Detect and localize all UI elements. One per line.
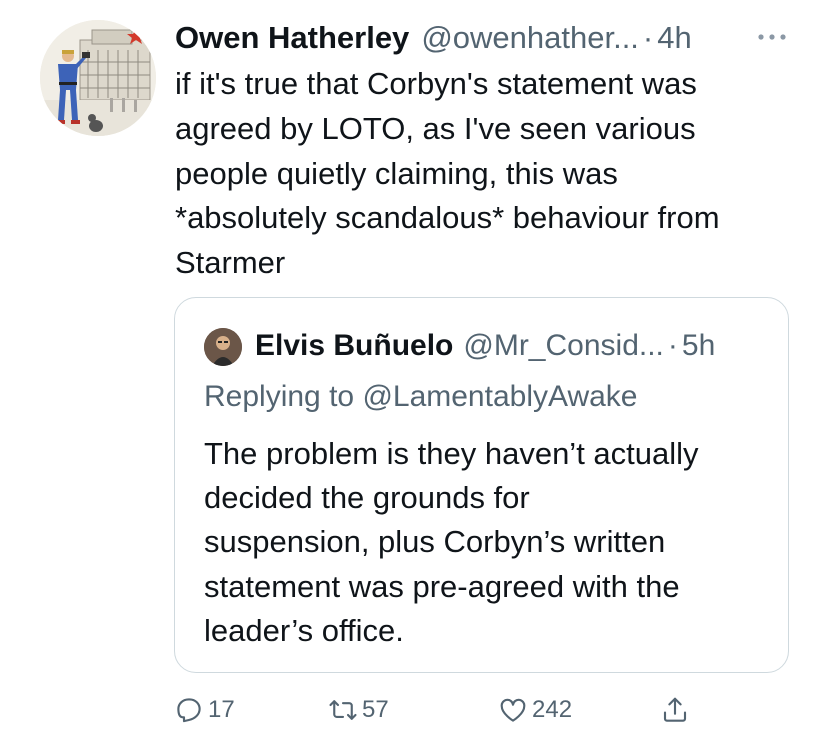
quoted-tweet-text: The problem is they haven’t actually dec… <box>204 432 774 653</box>
tweet-text-line: agreed by LOTO, as I've seen various <box>175 110 696 146</box>
retweet-count: 57 <box>362 696 389 723</box>
tweet-header: Owen Hatherley @owenhather... · 4h <box>175 18 795 58</box>
quoted-text-line: leader’s office. <box>204 612 404 648</box>
like-button[interactable]: 242 <box>498 685 572 735</box>
author-avatar[interactable] <box>40 20 156 136</box>
replying-to-line: Replying to @LamentablyAwake <box>204 380 638 414</box>
quoted-author-handle[interactable]: @Mr_Consid... <box>463 329 664 363</box>
reply-icon <box>177 698 201 723</box>
author-name[interactable]: Owen Hatherley <box>175 20 409 56</box>
more-horizontal-icon <box>758 34 786 40</box>
reply-button[interactable]: 17 <box>174 685 235 735</box>
quoted-text-line: decided the grounds for <box>204 480 530 516</box>
tweet-text-line: if it's true that Corbyn's statement was <box>175 66 697 101</box>
separator-dot: · <box>667 329 678 362</box>
quoted-text-line: statement was pre-agreed with the <box>204 568 680 604</box>
tweet-text-line: people quietly claiming, this was <box>175 155 618 191</box>
tweet-text: if it's true that Corbyn's statement was… <box>175 62 795 286</box>
tweet-text-line: Starmer <box>175 245 286 281</box>
tweet-text-line: *absolutely scandalous* behaviour from <box>175 200 720 236</box>
reply-count: 17 <box>208 696 235 723</box>
quoted-text-line: The problem is they haven’t actually <box>204 436 699 471</box>
quoted-tweet-timestamp[interactable]: 5h <box>682 329 715 363</box>
more-options-button[interactable] <box>752 22 792 52</box>
quoted-avatar-illustration <box>204 328 242 366</box>
tweet-action-bar: 17 57 242 <box>0 685 828 735</box>
replying-to-mention[interactable]: @LamentablyAwake <box>362 380 637 413</box>
avatar-illustration <box>40 20 156 136</box>
retweet-button[interactable]: 57 <box>328 685 389 735</box>
share-button[interactable] <box>660 685 694 735</box>
share-icon <box>663 697 687 722</box>
replying-to-label: Replying to <box>204 380 363 413</box>
quoted-author-avatar[interactable] <box>204 328 242 366</box>
separator-dot: · <box>642 20 654 55</box>
like-icon <box>500 698 526 722</box>
author-handle[interactable]: @owenhather... <box>421 20 639 56</box>
quoted-text-line: suspension, plus Corbyn’s written <box>204 524 666 560</box>
quoted-tweet-card[interactable]: Elvis Buñuelo @Mr_Consid... · 5h Replyin… <box>174 297 789 673</box>
tweet-timestamp[interactable]: 4h <box>657 20 691 56</box>
quoted-tweet-header: Elvis Buñuelo @Mr_Consid... · 5h <box>255 326 715 366</box>
like-count: 242 <box>532 696 573 723</box>
retweet-icon <box>329 700 357 720</box>
quoted-author-name[interactable]: Elvis Buñuelo <box>255 329 453 363</box>
